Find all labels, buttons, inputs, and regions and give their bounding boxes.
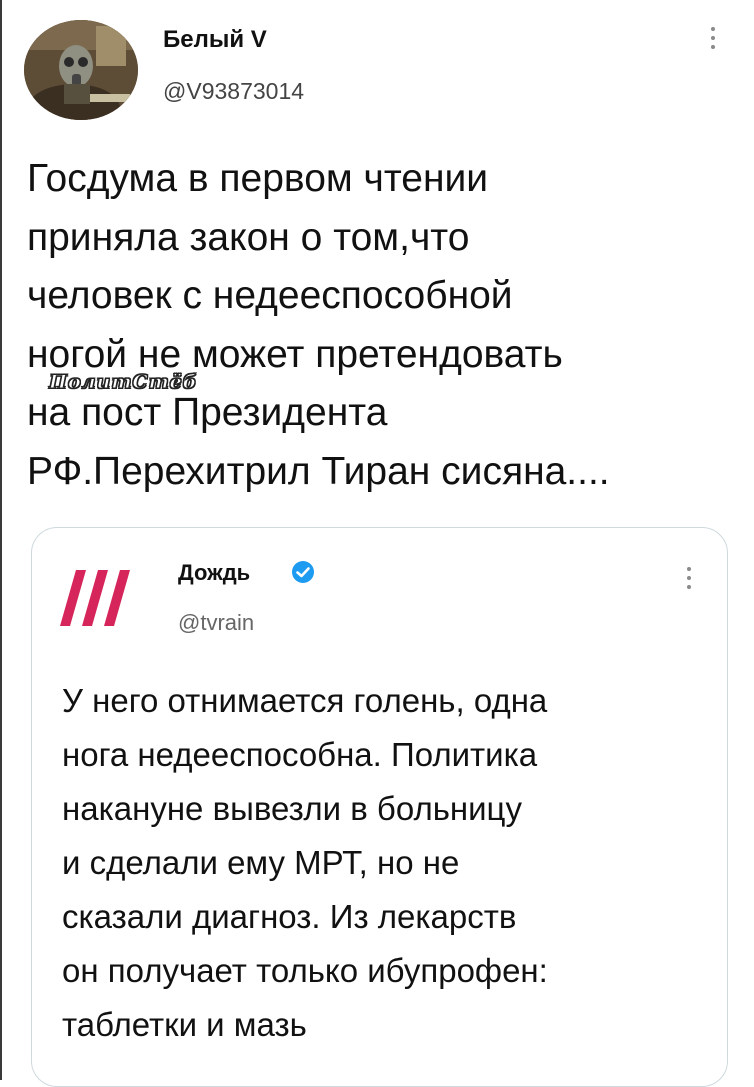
left-border	[0, 0, 2, 1080]
tvrain-logo-icon	[60, 570, 130, 626]
tweet-text: Госдума в первом чтении приняла закон о …	[27, 150, 727, 501]
watermark-logo: ПолитСтёб	[46, 372, 201, 393]
tweet-text-line: РФ.Перехитрил Тиран сисяна....	[27, 449, 610, 493]
quote-text-line: и сделали ему МРТ, но не	[62, 844, 460, 881]
tweet-text-line: Госдума в первом чтении	[27, 157, 489, 200]
author-name[interactable]: Белый V	[163, 26, 267, 54]
tvrain-logo[interactable]	[58, 568, 146, 628]
quote-author-handle[interactable]: @tvrain	[178, 610, 254, 636]
quote-more-options-button[interactable]	[679, 558, 699, 598]
author-avatar[interactable]	[24, 20, 138, 120]
quote-author-name[interactable]: Дождь	[178, 560, 250, 586]
quote-text-line: сказали диагноз. Из лекарств	[62, 898, 517, 935]
tweet-text-line: на пост Президента	[27, 391, 388, 434]
quote-text-line: он получает только ибупрофен:	[62, 952, 548, 989]
quote-text: У него отнимается голень, одна нога неде…	[62, 674, 712, 1052]
verified-badge-icon	[291, 560, 315, 584]
more-vertical-icon	[711, 27, 715, 31]
quote-text-line: таблетки и мазь	[62, 1006, 307, 1043]
more-vertical-icon	[687, 567, 691, 571]
tweet-text-line: ногой не может претендовать	[27, 332, 563, 376]
tweet-text-line: приняла закон о том,что	[27, 215, 470, 259]
quote-text-line: накануне вывезли в больницу	[62, 790, 522, 827]
quote-text-line: У него отнимается голень, одна	[62, 682, 548, 719]
author-handle[interactable]: @V93873014	[163, 78, 304, 105]
more-options-button[interactable]	[703, 18, 723, 58]
gasmask-figure-avatar-icon	[24, 20, 138, 120]
tweet-text-line: человек с недееспособной	[27, 274, 513, 317]
quote-text-line: нога недееспособна. Политика	[62, 736, 538, 773]
